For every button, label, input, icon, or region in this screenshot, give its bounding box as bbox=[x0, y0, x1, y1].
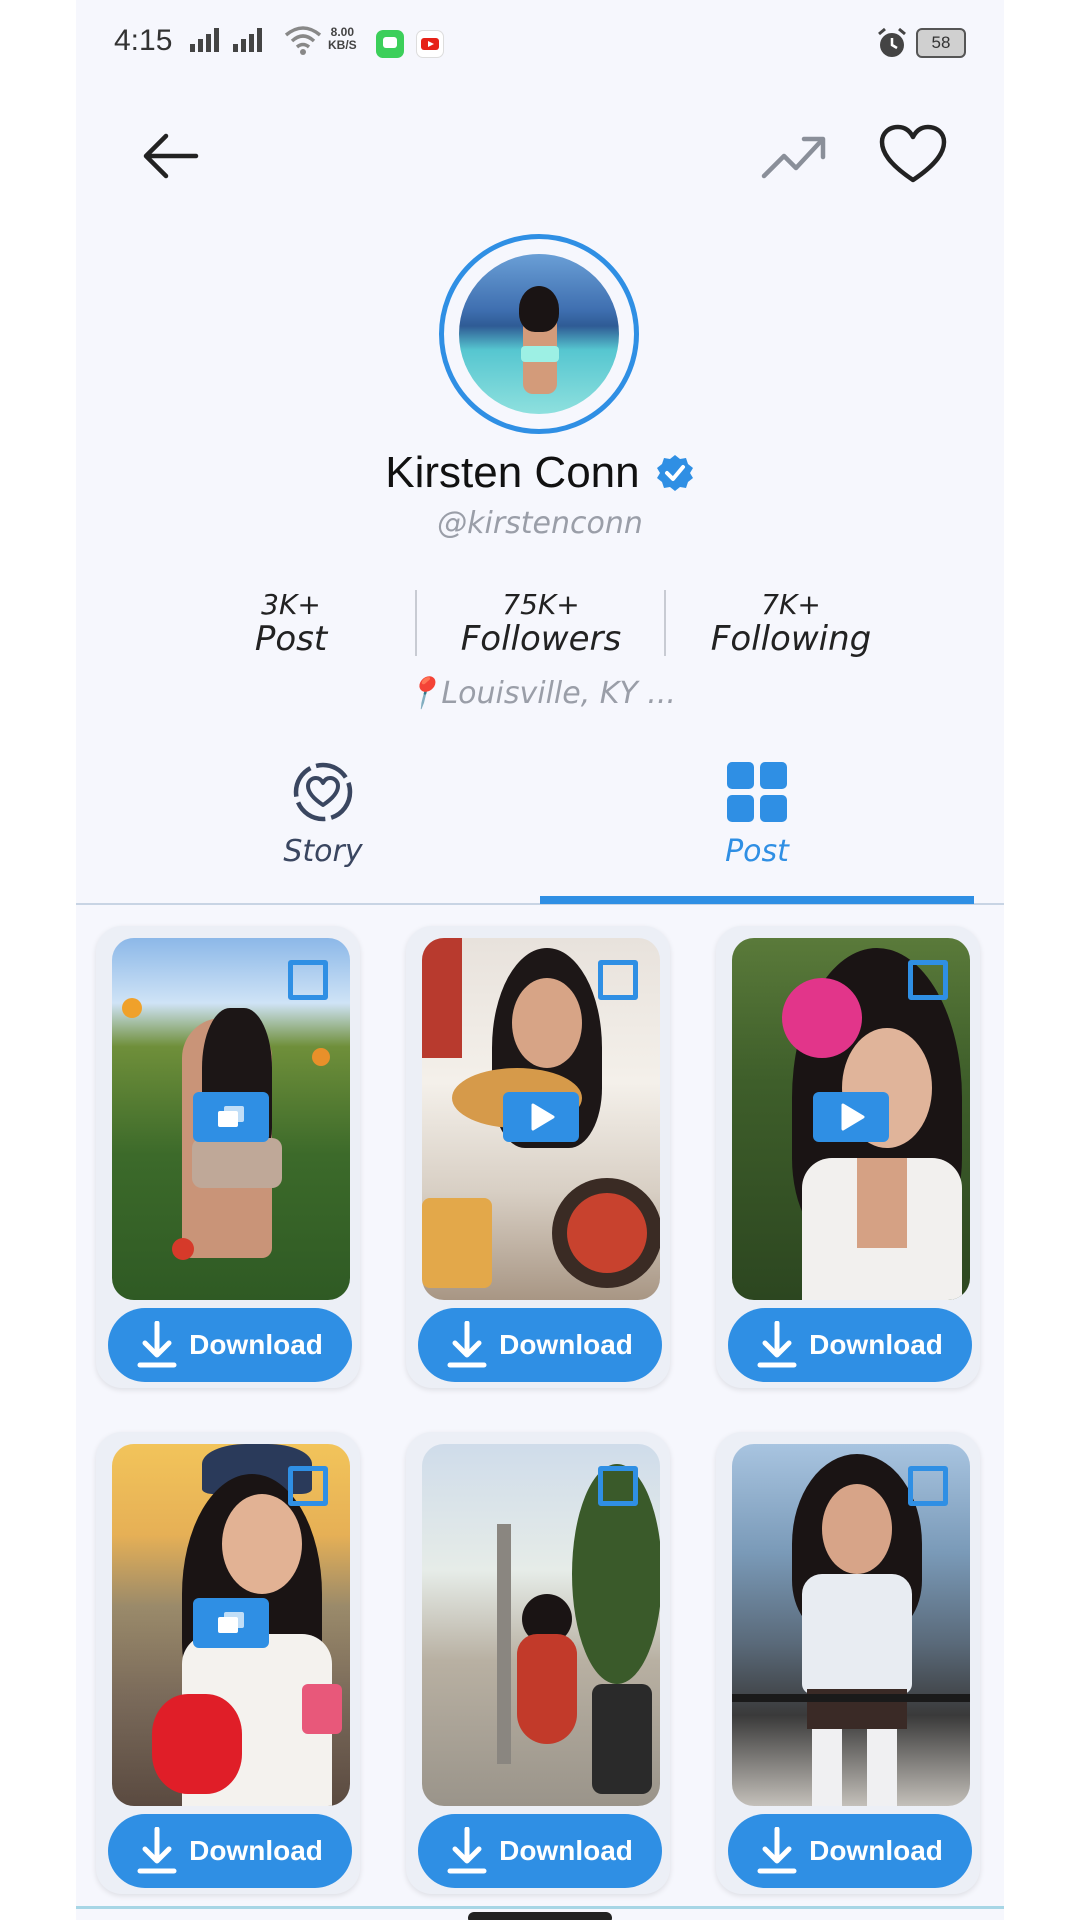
post-card[interactable]: Download bbox=[716, 926, 980, 1388]
youtube-app-icon bbox=[416, 30, 444, 58]
post-card[interactable]: Download bbox=[716, 1432, 980, 1894]
heart-circle-icon bbox=[293, 762, 353, 822]
stat-followers[interactable]: 75K+ Followers bbox=[421, 590, 661, 659]
signal-icon bbox=[190, 28, 219, 52]
heart-icon[interactable] bbox=[879, 124, 947, 186]
grid-icon bbox=[727, 762, 787, 822]
back-arrow-icon[interactable] bbox=[138, 130, 202, 182]
post-card[interactable]: Download bbox=[406, 1432, 670, 1894]
stat-divider bbox=[664, 590, 666, 656]
download-button[interactable]: Download bbox=[728, 1814, 972, 1888]
profile-stats: 3K+ Post 75K+ Followers 7K+ Following bbox=[76, 590, 1004, 670]
select-checkbox[interactable] bbox=[908, 1466, 948, 1506]
play-icon bbox=[841, 1103, 865, 1131]
select-checkbox[interactable] bbox=[908, 960, 948, 1000]
tab-story[interactable]: Story bbox=[223, 760, 423, 869]
post-thumbnail[interactable] bbox=[732, 1444, 970, 1806]
video-badge bbox=[813, 1092, 889, 1142]
tab-active-indicator bbox=[540, 896, 974, 904]
messages-app-icon bbox=[376, 30, 404, 58]
download-icon bbox=[137, 1827, 177, 1874]
download-button[interactable]: Download bbox=[108, 1814, 352, 1888]
post-thumbnail[interactable] bbox=[112, 938, 350, 1300]
net-speed: 8.00 KB/S bbox=[328, 25, 357, 52]
phone-screen: 4:15 8.00 KB/S 58 Kirsten Conn @kirstenc… bbox=[76, 0, 1004, 1920]
home-indicator[interactable] bbox=[468, 1912, 612, 1920]
profile-location: 📍Louisville, KY ... bbox=[404, 676, 676, 711]
post-card[interactable]: Download bbox=[96, 926, 360, 1388]
select-checkbox[interactable] bbox=[598, 960, 638, 1000]
stat-posts[interactable]: 3K+ Post bbox=[171, 590, 411, 659]
gallery-icon bbox=[218, 1612, 244, 1633]
play-icon bbox=[531, 1103, 555, 1131]
profile-name-row: Kirsten Conn bbox=[76, 448, 1004, 498]
download-icon bbox=[757, 1321, 797, 1368]
status-time: 4:15 bbox=[114, 24, 173, 57]
post-thumbnail[interactable] bbox=[422, 1444, 660, 1806]
gallery-badge bbox=[193, 1092, 269, 1142]
download-icon bbox=[137, 1321, 177, 1368]
stat-following[interactable]: 7K+ Following bbox=[671, 590, 911, 659]
post-thumbnail[interactable] bbox=[422, 938, 660, 1300]
post-card[interactable]: Download bbox=[406, 926, 670, 1388]
download-icon bbox=[447, 1827, 487, 1874]
download-button[interactable]: Download bbox=[418, 1308, 662, 1382]
signal-icon bbox=[233, 28, 262, 52]
gallery-badge bbox=[193, 1598, 269, 1648]
avatar[interactable] bbox=[439, 234, 639, 434]
video-badge bbox=[503, 1092, 579, 1142]
post-thumbnail[interactable] bbox=[732, 938, 970, 1300]
select-checkbox[interactable] bbox=[598, 1466, 638, 1506]
verified-badge-icon bbox=[656, 455, 693, 491]
status-bar: 4:15 8.00 KB/S 58 bbox=[76, 0, 1004, 90]
select-checkbox[interactable] bbox=[288, 1466, 328, 1506]
post-thumbnail[interactable] bbox=[112, 1444, 350, 1806]
profile-name: Kirsten Conn bbox=[385, 448, 640, 497]
alarm-icon bbox=[878, 27, 906, 57]
trending-icon[interactable] bbox=[760, 130, 828, 182]
profile-handle: @kirstenconn bbox=[437, 506, 643, 541]
tab-post[interactable]: Post bbox=[657, 760, 857, 869]
select-checkbox[interactable] bbox=[288, 960, 328, 1000]
stat-divider bbox=[415, 590, 417, 656]
bottom-divider bbox=[76, 1906, 1004, 1909]
download-icon bbox=[757, 1827, 797, 1874]
wifi-icon bbox=[284, 26, 322, 55]
download-icon bbox=[447, 1321, 487, 1368]
post-card[interactable]: Download bbox=[96, 1432, 360, 1894]
download-button[interactable]: Download bbox=[108, 1308, 352, 1382]
download-button[interactable]: Download bbox=[418, 1814, 662, 1888]
gallery-icon bbox=[218, 1106, 244, 1127]
avatar-image bbox=[459, 254, 619, 414]
download-button[interactable]: Download bbox=[728, 1308, 972, 1382]
battery-icon: 58 bbox=[916, 28, 966, 58]
